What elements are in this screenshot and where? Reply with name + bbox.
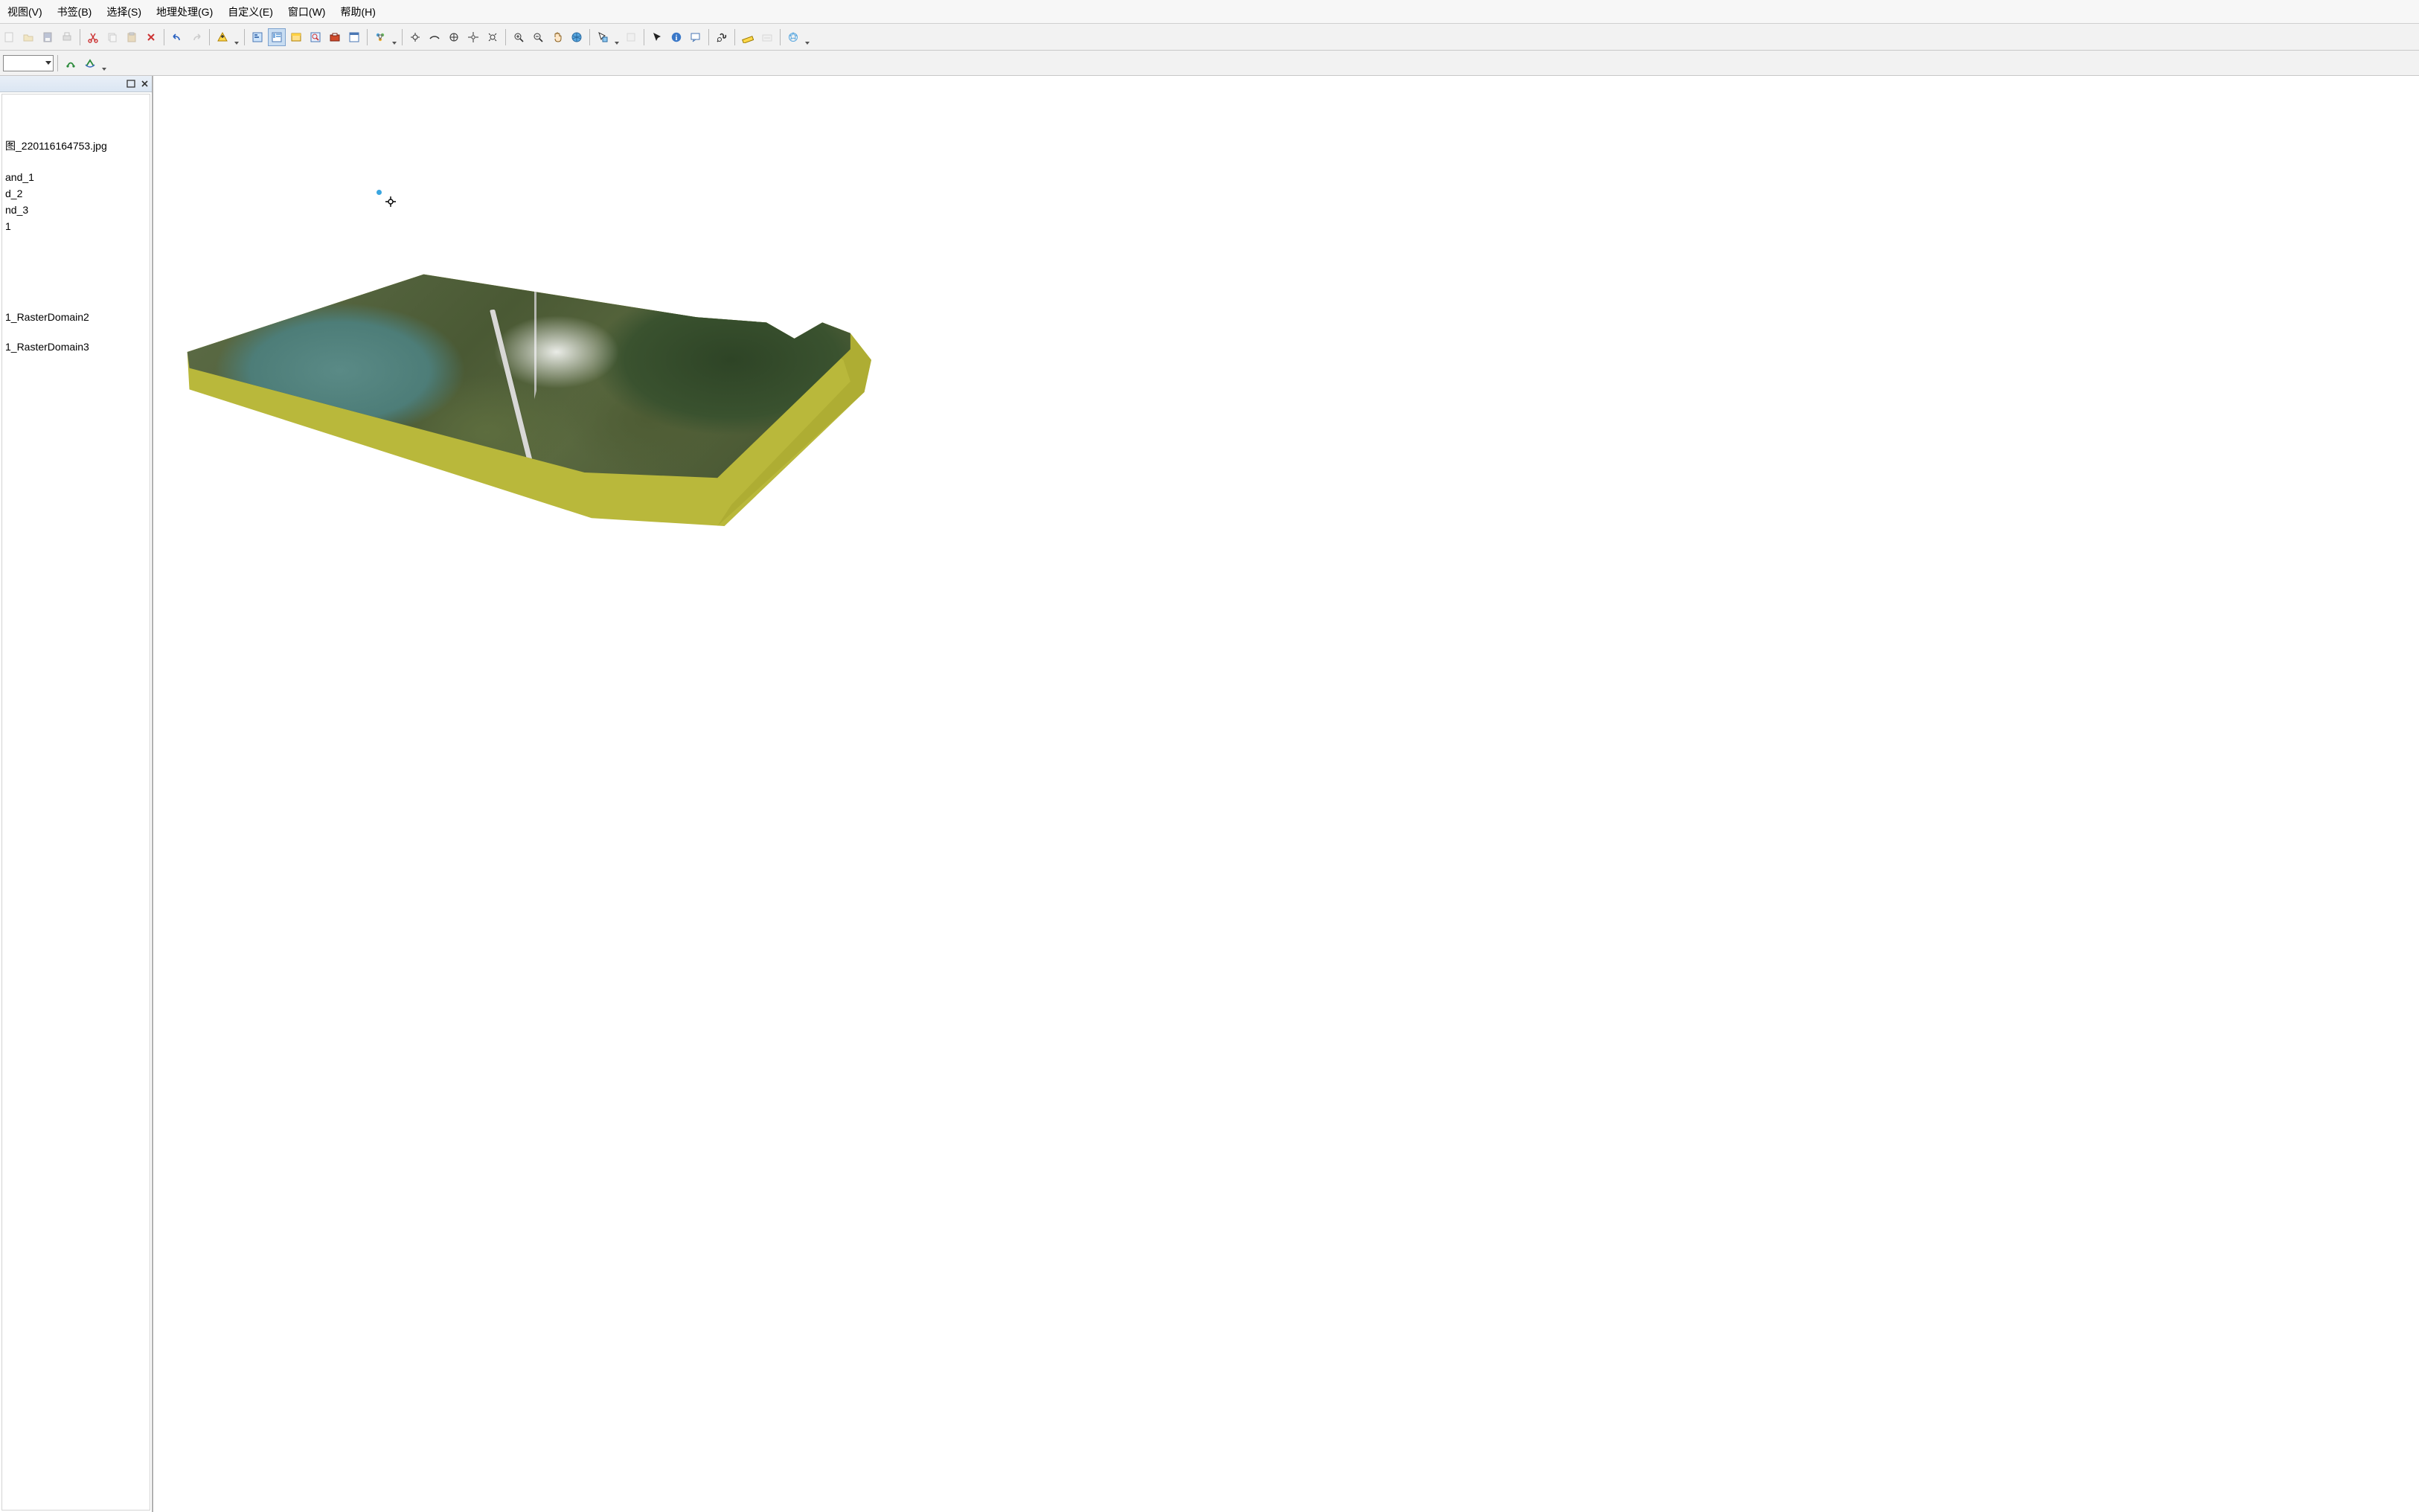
undo-button[interactable] — [168, 28, 186, 46]
select-elements-button[interactable] — [648, 28, 666, 46]
menu-help[interactable]: 帮助(H) — [333, 1, 382, 22]
menu-bar: 视图(V) 书签(B) 选择(S) 地理处理(G) 自定义(E) 窗口(W) 帮… — [0, 0, 2419, 24]
set-observer-button[interactable] — [484, 28, 502, 46]
panel-close-button[interactable] — [138, 78, 150, 89]
redo-button — [188, 28, 205, 46]
zoom-to-target-button[interactable] — [464, 28, 482, 46]
copy-button — [103, 28, 121, 46]
toc-band-1[interactable]: and_1 — [5, 169, 147, 185]
network-build-dropdown[interactable] — [100, 54, 108, 72]
toc-button[interactable] — [249, 28, 266, 46]
paste-button — [123, 28, 141, 46]
toolbar-separator — [589, 29, 590, 45]
layer-combo[interactable] — [3, 55, 54, 71]
add-data-dropdown[interactable] — [233, 28, 240, 46]
delete-button[interactable] — [142, 28, 160, 46]
toolbar-separator — [57, 55, 58, 71]
zoom-in-button[interactable] — [510, 28, 528, 46]
network-build-button[interactable] — [81, 54, 99, 72]
scene-viewport[interactable] — [153, 76, 2419, 1512]
zoom-out-button[interactable] — [529, 28, 547, 46]
toolbar-separator — [734, 29, 735, 45]
toc-panel-body[interactable]: 图_220116164753.jpg and_1 d_2 nd_3 1 1_Ra… — [1, 94, 150, 1511]
toc-panel-header — [0, 76, 152, 92]
toc-layer-image[interactable]: 图_220116164753.jpg — [5, 136, 147, 156]
catalog-button[interactable] — [287, 28, 305, 46]
menu-selection[interactable]: 选择(S) — [99, 1, 149, 22]
toolbar-separator — [367, 29, 368, 45]
toolbar-separator — [780, 29, 781, 45]
terrain-3d-model — [172, 258, 871, 526]
toolbox-button[interactable] — [326, 28, 344, 46]
toolbar-separator — [708, 29, 709, 45]
toc-item-1[interactable]: 1 — [5, 218, 147, 234]
time-slider-button — [758, 28, 776, 46]
network-analyst-button[interactable] — [62, 54, 80, 72]
add-data-button[interactable] — [214, 28, 231, 46]
find-button[interactable] — [713, 28, 731, 46]
menu-geoprocessing[interactable]: 地理处理(G) — [149, 1, 220, 22]
select-features-dropdown[interactable] — [613, 28, 621, 46]
fly-button[interactable] — [426, 28, 443, 46]
clear-selection-button — [622, 28, 640, 46]
measure-button[interactable] — [739, 28, 757, 46]
create-animation-dropdown[interactable] — [804, 28, 811, 46]
cut-button[interactable] — [84, 28, 102, 46]
toolbar-separator — [244, 29, 245, 45]
toc-band-2[interactable]: d_2 — [5, 185, 147, 202]
navigate-button[interactable] — [406, 28, 424, 46]
secondary-toolbar — [0, 51, 2419, 76]
toc-raster-domain-2[interactable]: 1_RasterDomain2 — [5, 309, 147, 325]
svg-text:i: i — [676, 34, 678, 42]
search-button[interactable] — [307, 28, 324, 46]
panel-maximize-button[interactable] — [125, 78, 137, 89]
full-extent-button[interactable] — [568, 28, 586, 46]
main-toolbar: i — [0, 24, 2419, 51]
create-animation-button[interactable] — [784, 28, 802, 46]
toolbar-separator — [209, 29, 210, 45]
menu-bookmarks[interactable]: 书签(B) — [50, 1, 100, 22]
toc-panel: 图_220116164753.jpg and_1 d_2 nd_3 1 1_Ra… — [0, 76, 153, 1512]
identify-button[interactable]: i — [667, 28, 685, 46]
save-button — [39, 28, 57, 46]
menu-view[interactable]: 视图(V) — [0, 1, 50, 22]
content-area: 图_220116164753.jpg and_1 d_2 nd_3 1 1_Ra… — [0, 76, 2419, 1512]
model-builder-button[interactable] — [371, 28, 389, 46]
toolbar-separator — [402, 29, 403, 45]
html-popup-button[interactable] — [687, 28, 705, 46]
center-on-target-button[interactable] — [445, 28, 463, 46]
navigate-cursor-icon — [385, 196, 397, 208]
model-builder-dropdown[interactable] — [391, 28, 398, 46]
menu-customize[interactable]: 自定义(E) — [220, 1, 281, 22]
new-button — [0, 28, 18, 46]
toc-band-3[interactable]: nd_3 — [5, 202, 147, 218]
print-button — [58, 28, 76, 46]
toolbar-separator — [505, 29, 506, 45]
pan-button[interactable] — [548, 28, 566, 46]
select-features-button[interactable] — [594, 28, 612, 46]
toc-raster-domain-3[interactable]: 1_RasterDomain3 — [5, 339, 147, 355]
python-window-button[interactable] — [345, 28, 363, 46]
scene-tree-button[interactable] — [268, 28, 286, 46]
menu-window[interactable]: 窗口(W) — [281, 1, 333, 22]
open-button — [19, 28, 37, 46]
observer-marker-icon — [377, 190, 382, 195]
